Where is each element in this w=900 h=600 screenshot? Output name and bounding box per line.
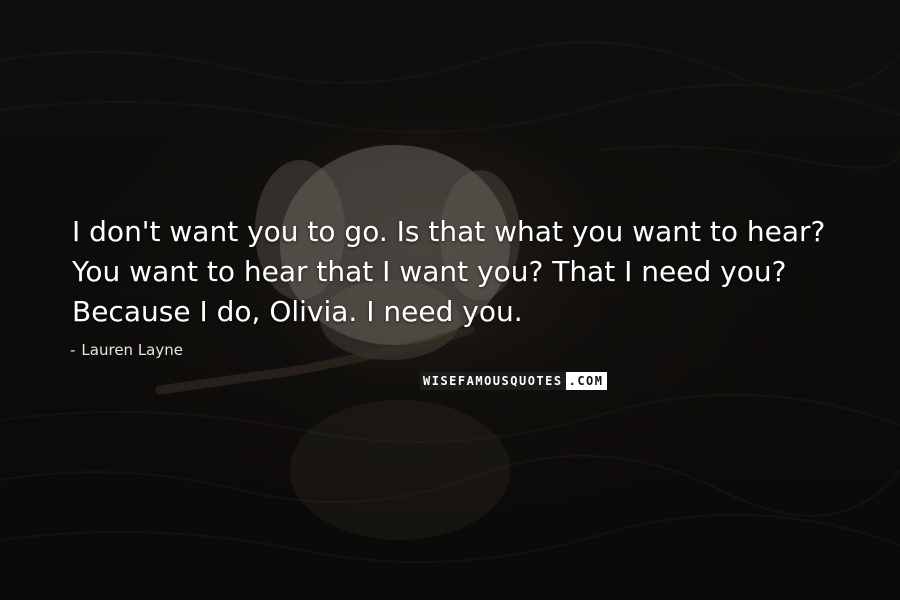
watermark-brand: WISEFAMOUSQUOTES: [420, 372, 566, 390]
quote-card: I don't want you to go. Is that what you…: [0, 0, 900, 600]
watermark-domain: .COM: [565, 372, 607, 390]
site-watermark: WISEFAMOUSQUOTES .COM: [420, 372, 607, 390]
author-name: Lauren Layne: [81, 341, 183, 359]
quote-text: I don't want you to go. Is that what you…: [72, 215, 826, 328]
quote-author: - Lauren Layne: [70, 341, 183, 359]
author-prefix: -: [70, 341, 76, 359]
